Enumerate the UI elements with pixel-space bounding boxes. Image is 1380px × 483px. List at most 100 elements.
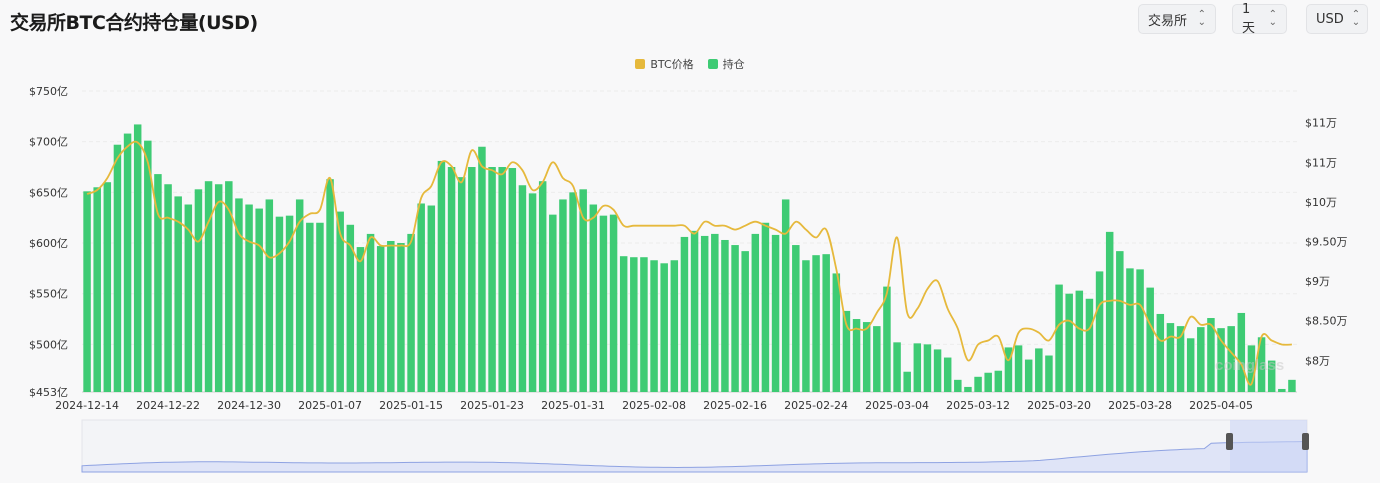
oi-bar[interactable]	[984, 372, 992, 392]
oi-bar[interactable]	[366, 233, 375, 392]
oi-bar[interactable]	[204, 181, 213, 392]
oi-bar[interactable]	[417, 203, 425, 392]
oi-bar[interactable]	[832, 273, 841, 392]
oi-bar[interactable]	[194, 189, 203, 392]
oi-bar[interactable]	[1014, 345, 1023, 392]
oi-bar[interactable]	[609, 214, 618, 392]
oi-bar[interactable]	[123, 133, 132, 392]
oi-bar[interactable]	[457, 177, 466, 392]
oi-bar[interactable]	[619, 256, 628, 392]
oi-bar[interactable]	[1035, 348, 1043, 392]
oi-bar[interactable]	[214, 184, 223, 392]
oi-bar[interactable]	[650, 260, 658, 392]
oi-bar[interactable]	[1197, 327, 1205, 392]
oi-bar[interactable]	[721, 239, 729, 392]
navigator-left-handle[interactable]	[1226, 433, 1233, 450]
oi-bar[interactable]	[964, 386, 972, 392]
oi-bar[interactable]	[670, 260, 679, 392]
oi-bar[interactable]	[1166, 323, 1175, 392]
oi-bar[interactable]	[265, 199, 274, 392]
oi-bar[interactable]	[974, 376, 982, 392]
oi-bar[interactable]	[690, 230, 699, 392]
oi-bar[interactable]	[771, 234, 780, 392]
oi-bar[interactable]	[174, 196, 182, 392]
oi-bar[interactable]	[498, 167, 506, 392]
navigator-selection[interactable]	[1230, 420, 1307, 472]
oi-bar[interactable]	[103, 182, 112, 392]
oi-bar[interactable]	[569, 192, 577, 392]
oi-bar[interactable]	[1085, 298, 1094, 392]
oi-bar[interactable]	[873, 326, 881, 392]
oi-bar[interactable]	[1024, 359, 1033, 392]
oi-bar[interactable]	[994, 370, 1003, 392]
oi-bar[interactable]	[376, 246, 385, 392]
oi-bar[interactable]	[468, 167, 476, 392]
oi-bar[interactable]	[1055, 284, 1063, 392]
oi-bar[interactable]	[1237, 312, 1246, 392]
oi-bar[interactable]	[559, 199, 567, 392]
oi-bar[interactable]	[538, 181, 547, 392]
oi-bar[interactable]	[1095, 271, 1104, 392]
oi-bar[interactable]	[255, 208, 263, 392]
oi-bar[interactable]	[903, 371, 911, 392]
oi-bar[interactable]	[711, 233, 719, 392]
oi-bar[interactable]	[549, 214, 557, 392]
oi-bar[interactable]	[893, 342, 901, 392]
oi-bar[interactable]	[478, 146, 486, 392]
oi-bar[interactable]	[245, 204, 253, 392]
oi-bar[interactable]	[741, 251, 749, 392]
oi-bar[interactable]	[660, 263, 668, 392]
oi-bar[interactable]	[822, 254, 830, 392]
oi-bar[interactable]	[1156, 313, 1165, 392]
oi-bar[interactable]	[488, 167, 496, 392]
navigator-right-handle[interactable]	[1302, 433, 1309, 450]
oi-bar[interactable]	[133, 124, 142, 392]
oi-bar[interactable]	[812, 255, 820, 392]
oi-bar[interactable]	[397, 243, 405, 392]
oi-bar[interactable]	[295, 199, 304, 392]
oi-bar[interactable]	[225, 181, 233, 392]
oi-bar[interactable]	[781, 199, 790, 392]
oi-bar[interactable]	[731, 245, 739, 392]
oi-bar[interactable]	[437, 160, 446, 392]
oi-bar[interactable]	[923, 344, 932, 392]
oi-bar[interactable]	[589, 204, 598, 392]
oi-bar[interactable]	[93, 187, 101, 392]
oi-bar[interactable]	[316, 222, 324, 392]
oi-bar[interactable]	[761, 222, 770, 392]
oi-bar[interactable]	[1186, 338, 1195, 392]
oi-bar[interactable]	[356, 247, 365, 392]
oi-bar[interactable]	[680, 236, 689, 392]
oi-bar[interactable]	[1065, 293, 1073, 392]
oi-bar[interactable]	[862, 322, 871, 392]
oi-bar[interactable]	[1136, 269, 1144, 392]
oi-bar[interactable]	[943, 357, 952, 392]
oi-bar[interactable]	[1126, 268, 1134, 392]
oi-bar[interactable]	[1105, 231, 1114, 392]
oi-bar[interactable]	[1116, 251, 1124, 392]
oi-bar[interactable]	[306, 222, 314, 392]
oi-bar[interactable]	[427, 205, 436, 392]
oi-bar[interactable]	[326, 179, 334, 392]
oi-bar[interactable]	[275, 216, 284, 392]
oi-bar[interactable]	[164, 184, 172, 392]
oi-bar[interactable]	[1075, 290, 1084, 392]
oi-bar[interactable]	[528, 193, 537, 392]
oi-bar[interactable]	[640, 257, 648, 392]
oi-bar[interactable]	[1288, 379, 1296, 392]
oi-bar[interactable]	[954, 379, 962, 392]
oi-bar[interactable]	[630, 257, 638, 392]
oi-bar[interactable]	[933, 349, 942, 392]
oi-bar[interactable]	[407, 233, 415, 392]
range-navigator[interactable]	[81, 419, 1309, 473]
oi-bar[interactable]	[1146, 287, 1154, 392]
oi-bar[interactable]	[599, 215, 608, 392]
oi-bar[interactable]	[751, 233, 760, 392]
oi-bar[interactable]	[387, 240, 395, 392]
oi-bar[interactable]	[508, 168, 517, 392]
oi-bar[interactable]	[792, 245, 800, 392]
oi-bar[interactable]	[1045, 355, 1053, 392]
oi-bar[interactable]	[447, 167, 456, 392]
oi-bar[interactable]	[913, 343, 922, 392]
oi-bar[interactable]	[113, 144, 122, 392]
